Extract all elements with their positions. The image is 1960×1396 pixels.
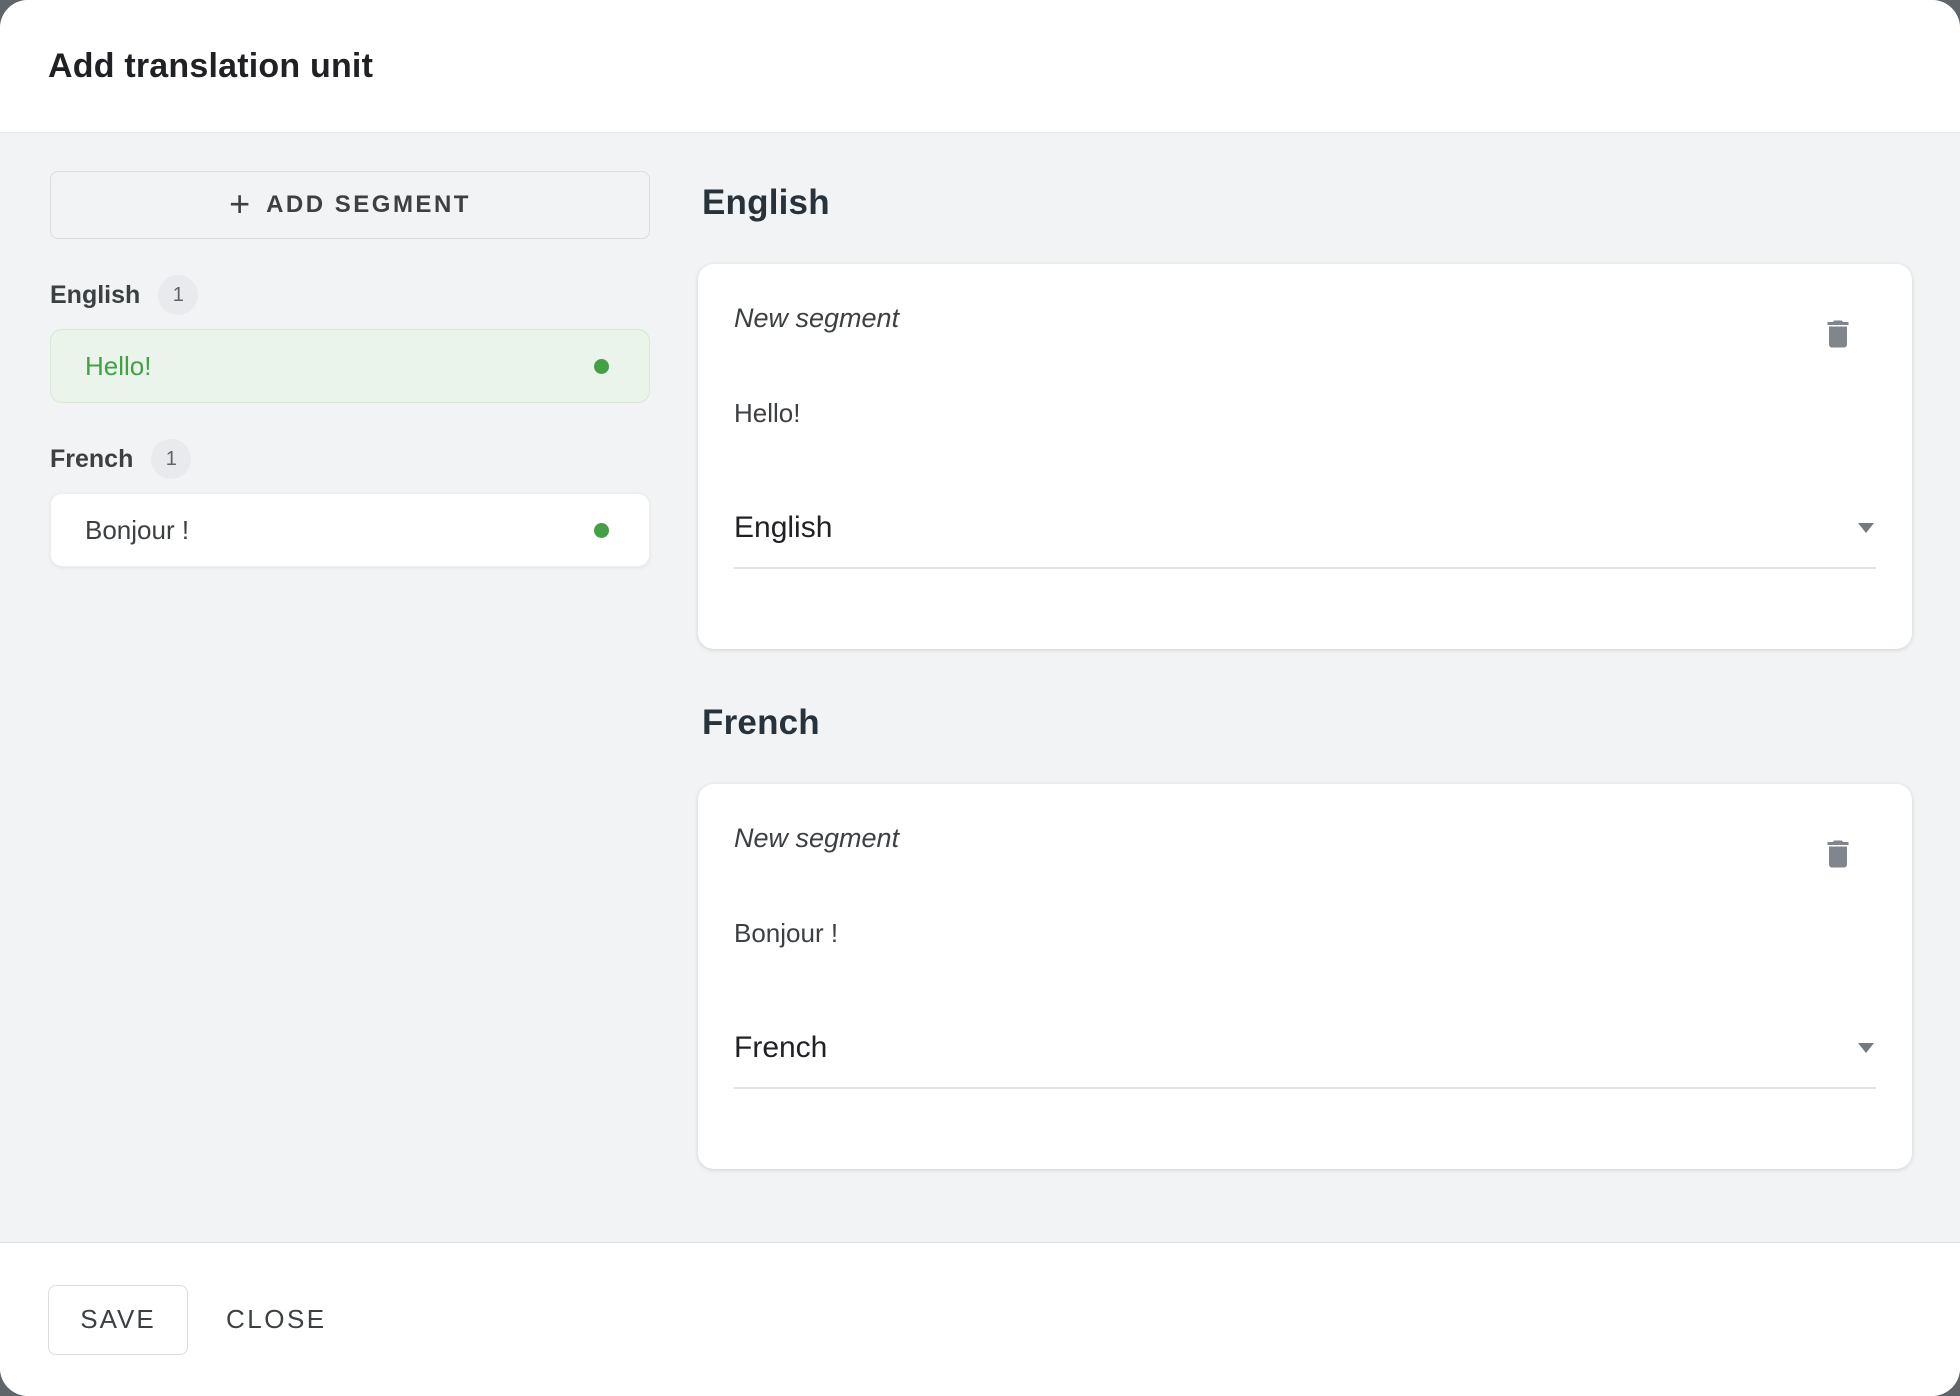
segment-count-badge: 1 bbox=[158, 275, 198, 315]
segment-card-french: New segment Bonjour ! French bbox=[698, 784, 1912, 1169]
language-select-value: French bbox=[734, 1031, 827, 1065]
segment-chip-text: Bonjour ! bbox=[85, 515, 189, 546]
add-translation-unit-dialog: Add translation unit + ADD SEGMENT Engli… bbox=[0, 0, 1960, 1396]
trash-icon bbox=[1820, 836, 1856, 872]
sidebar-group-header-english: English 1 bbox=[50, 275, 650, 315]
dialog-header: Add translation unit bbox=[0, 0, 1960, 133]
sidebar-group-header-french: French 1 bbox=[50, 439, 650, 479]
dialog-title: Add translation unit bbox=[48, 47, 373, 86]
segment-text[interactable]: Bonjour ! bbox=[734, 918, 1876, 949]
language-select-english[interactable]: English bbox=[734, 511, 1876, 569]
segment-card-english: New segment Hello! English bbox=[698, 264, 1912, 649]
add-segment-button[interactable]: + ADD SEGMENT bbox=[50, 171, 650, 239]
plus-icon: + bbox=[229, 186, 250, 222]
delete-segment-button[interactable] bbox=[1814, 830, 1862, 878]
language-select-value: English bbox=[734, 511, 832, 545]
language-label: French bbox=[50, 445, 133, 474]
segment-editor-panel: English New segment Hello! English Frenc… bbox=[698, 171, 1912, 1242]
dialog-footer: SAVE CLOSE bbox=[0, 1242, 1960, 1396]
green-dot-icon bbox=[594, 523, 609, 538]
close-button[interactable]: CLOSE bbox=[226, 1304, 327, 1335]
new-segment-label: New segment bbox=[734, 298, 1876, 338]
trash-icon bbox=[1820, 316, 1856, 352]
chevron-down-icon bbox=[1858, 1043, 1874, 1053]
add-segment-button-label: ADD SEGMENT bbox=[266, 191, 471, 219]
language-label: English bbox=[50, 281, 140, 310]
segment-text[interactable]: Hello! bbox=[734, 398, 1876, 429]
segment-chip-french[interactable]: Bonjour ! bbox=[50, 493, 650, 567]
delete-segment-button[interactable] bbox=[1814, 310, 1862, 358]
segment-chip-english[interactable]: Hello! bbox=[50, 329, 650, 403]
editor-section-french: French New segment Bonjour ! French bbox=[698, 703, 1912, 1169]
language-select-french[interactable]: French bbox=[734, 1031, 1876, 1089]
editor-section-english: English New segment Hello! English bbox=[698, 183, 1912, 649]
section-heading: English bbox=[702, 183, 1912, 223]
new-segment-label: New segment bbox=[734, 818, 1876, 858]
save-button[interactable]: SAVE bbox=[48, 1285, 188, 1355]
section-heading: French bbox=[702, 703, 1912, 743]
segment-count-badge: 1 bbox=[151, 439, 191, 479]
green-dot-icon bbox=[594, 359, 609, 374]
segments-sidebar: + ADD SEGMENT English 1 Hello! French 1 … bbox=[50, 171, 650, 1242]
segment-chip-text: Hello! bbox=[85, 351, 151, 382]
chevron-down-icon bbox=[1858, 523, 1874, 533]
dialog-content: + ADD SEGMENT English 1 Hello! French 1 … bbox=[0, 133, 1960, 1242]
